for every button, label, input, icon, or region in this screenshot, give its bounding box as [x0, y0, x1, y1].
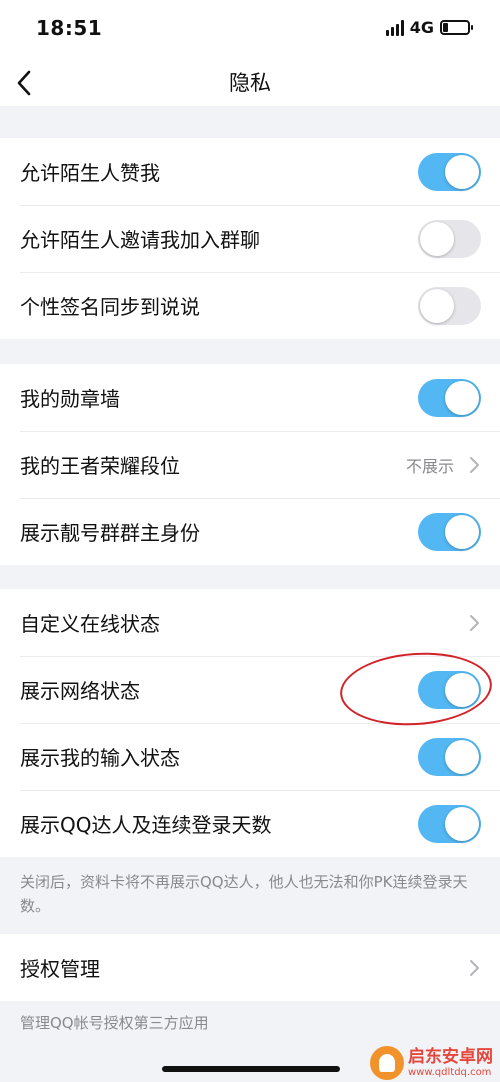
settings-group-stranger: 允许陌生人赞我 允许陌生人邀请我加入群聊 个性签名同步到说说	[0, 138, 500, 339]
settings-group-authorization: 授权管理	[0, 934, 500, 1001]
watermark: 启东安卓网 www.qdltdq.com	[370, 1046, 493, 1080]
chevron-right-icon	[470, 456, 479, 473]
setting-row-allow-stranger-like: 允许陌生人赞我	[0, 138, 500, 205]
nav-bar: 隐私	[0, 60, 500, 106]
authorization-note: 管理QQ帐号授权第三方应用	[20, 1014, 209, 1032]
setting-label: 允许陌生人赞我	[20, 161, 160, 185]
qq-expert-days-toggle[interactable]	[418, 804, 481, 843]
setting-row-custom-online-status[interactable]: 自定义在线状态	[0, 589, 500, 656]
setting-label: 展示网络状态	[20, 679, 140, 703]
qq-expert-note: 关闭后，资料卡将不再展示QQ达人，他人也无法和你PK连续登录天数。	[20, 873, 468, 915]
settings-group-profile: 我的勋章墙 我的王者荣耀段位 不展示 展示靓号群群主身份	[0, 364, 500, 565]
watermark-title: 启东安卓网	[408, 1046, 493, 1067]
setting-label: 展示我的输入状态	[20, 746, 180, 770]
allow-stranger-invite-toggle[interactable]	[418, 219, 481, 258]
chevron-right-icon	[470, 614, 479, 631]
setting-row-authorization-management[interactable]: 授权管理	[0, 934, 500, 1001]
setting-row-qq-expert-days: 展示QQ达人及连续登录天数	[0, 790, 500, 857]
status-bar: 18:51 4G	[0, 0, 500, 60]
setting-value: 不展示	[405, 456, 454, 476]
home-indicator	[162, 1066, 340, 1072]
setting-row-pretty-number-owner: 展示靓号群群主身份	[0, 498, 500, 565]
status-time: 18:51	[36, 16, 103, 40]
status-icons: 4G	[385, 18, 473, 37]
signature-sync-toggle[interactable]	[418, 286, 481, 325]
battery-icon	[440, 20, 473, 35]
setting-row-typing-status: 展示我的输入状态	[0, 723, 500, 790]
watermark-url: www.qdltdq.com	[408, 1066, 492, 1078]
medal-wall-toggle[interactable]	[418, 378, 481, 417]
setting-label: 我的勋章墙	[20, 387, 120, 411]
page-title: 隐私	[229, 71, 271, 95]
signal-icon	[385, 19, 404, 36]
pretty-number-owner-toggle[interactable]	[418, 512, 481, 551]
setting-label: 展示QQ达人及连续登录天数	[20, 813, 272, 837]
setting-label: 我的王者荣耀段位	[20, 454, 180, 478]
setting-label: 授权管理	[20, 957, 100, 981]
setting-label: 允许陌生人邀请我加入群聊	[20, 228, 260, 252]
setting-label: 展示靓号群群主身份	[20, 521, 200, 545]
network-type: 4G	[409, 18, 434, 37]
setting-row-signature-sync: 个性签名同步到说说	[0, 272, 500, 339]
chevron-right-icon	[470, 959, 479, 976]
setting-row-honor-of-kings-rank[interactable]: 我的王者荣耀段位 不展示	[0, 431, 500, 498]
setting-label: 个性签名同步到说说	[20, 295, 200, 319]
setting-row-medal-wall: 我的勋章墙	[0, 364, 500, 431]
watermark-logo-icon	[370, 1046, 404, 1080]
setting-row-allow-stranger-invite: 允许陌生人邀请我加入群聊	[0, 205, 500, 272]
allow-stranger-like-toggle[interactable]	[418, 152, 481, 191]
setting-label: 自定义在线状态	[20, 612, 160, 636]
typing-status-toggle[interactable]	[418, 737, 481, 776]
